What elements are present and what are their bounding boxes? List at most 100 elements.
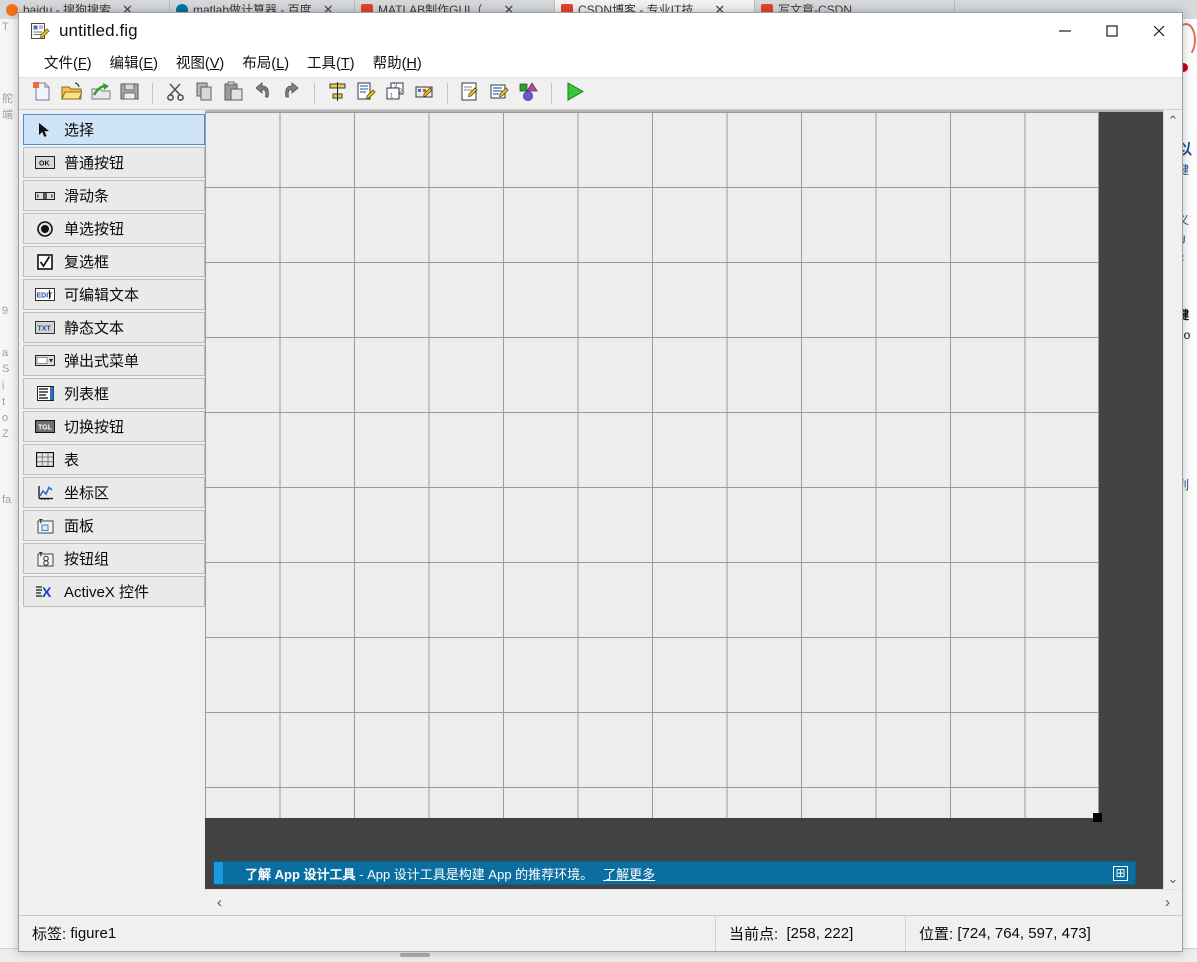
minimize-button[interactable] (1041, 13, 1088, 49)
menu-layout-label: 布局 (242, 56, 272, 72)
align-objects-icon (327, 81, 348, 107)
menu-view-label: 视图 (175, 56, 205, 72)
align-objects-button[interactable] (324, 80, 351, 107)
close-button[interactable] (1135, 13, 1182, 49)
palette-item-label: 表 (64, 452, 80, 469)
palette-item-label: 切换按钮 (64, 419, 125, 436)
palette-item-label: 坐标区 (64, 485, 110, 502)
canvas-horizontal-scrollbar[interactable]: ‹ › (205, 889, 1182, 915)
save-button[interactable] (116, 80, 143, 107)
m-file-editor-icon (460, 81, 481, 107)
canvas-vertical-scrollbar[interactable]: ⌃ ⌄ (1163, 110, 1182, 889)
menu-help[interactable]: 帮助(H) (364, 49, 431, 76)
palette-item-radio-button[interactable]: 单选按钮 (23, 213, 205, 244)
palette-item-label: ActiveX 控件 (64, 584, 150, 601)
menu-help-label: 帮助 (372, 56, 402, 72)
bg-text: o (2, 411, 9, 424)
cursor-arrow-icon (35, 122, 55, 138)
menu-layout-mnemonic: L (276, 56, 285, 72)
status-tag-label: 标签: (32, 926, 67, 943)
app-designer-banner[interactable]: 了解 App 设计工具 - App 设计工具是构建 App 的推荐环境。 了解更… (213, 861, 1136, 885)
m-file-editor-button[interactable] (457, 80, 484, 107)
menu-file-mnemonic: F (77, 56, 87, 72)
palette-item-push-button[interactable]: OK 普通按钮 (23, 147, 205, 178)
bg-text: t (2, 395, 6, 408)
banner-learn-more-link[interactable]: 了解更多 (603, 864, 655, 883)
palette-item-edit-text[interactable]: EDIT 可编辑文本 (23, 279, 205, 310)
scroll-up-arrow-icon[interactable]: ⌃ (1168, 114, 1179, 127)
menu-tools-label: 工具 (307, 56, 337, 72)
open-figure-button[interactable] (58, 80, 85, 107)
banner-expand-button[interactable]: ⊞ (1113, 865, 1128, 881)
axes-icon (35, 485, 55, 501)
run-button[interactable] (561, 80, 588, 107)
banner-dash: - (355, 866, 368, 882)
palette-item-listbox[interactable]: 列表框 (23, 378, 205, 409)
object-browser-button[interactable] (515, 80, 542, 107)
status-bar: 标签: figure1 当前点: [258, 222] 位置: [724, 76… (19, 915, 1182, 951)
paste-button[interactable] (220, 80, 247, 107)
redo-button[interactable] (278, 80, 305, 107)
menu-edit[interactable]: 编辑(E) (101, 49, 167, 76)
palette-item-label: 单选按钮 (64, 221, 125, 238)
figure-resize-handle[interactable] (1093, 813, 1102, 822)
copy-button[interactable] (191, 80, 218, 107)
scroll-down-arrow-icon[interactable]: ⌄ (1168, 872, 1179, 885)
property-inspector-button[interactable] (486, 80, 513, 107)
menu-view[interactable]: 视图(V) (167, 49, 233, 76)
palette-item-label: 可编辑文本 (64, 287, 140, 304)
palette-item-table[interactable]: 表 (23, 444, 205, 475)
undo-button[interactable] (249, 80, 276, 107)
banner-strong: 了解 App 设计工具 (245, 866, 356, 882)
screen-root: baidu - 搜狗搜索 ✕ matlab做计算器 - 百度 ✕ MATLAB制… (0, 0, 1197, 962)
banner-accent-bar (214, 862, 223, 884)
menu-editor-icon (356, 81, 377, 107)
listbox-icon (35, 386, 55, 402)
menu-tools[interactable]: 工具(T) (298, 49, 364, 76)
static-text-icon: TXT (35, 320, 55, 336)
sogou-icon (6, 3, 18, 16)
background-left-content: T 舵 端 9 a S i t o Z fa (0, 19, 20, 962)
menu-tools-mnemonic: T (340, 56, 350, 72)
menu-layout[interactable]: 布局(L) (233, 49, 298, 76)
palette-item-checkbox[interactable]: 复选框 (23, 246, 205, 277)
menu-edit-label: 编辑 (109, 56, 139, 72)
svg-text:EDIT: EDIT (37, 293, 54, 300)
palette-item-toggle-button[interactable]: TGL 切换按钮 (23, 411, 205, 442)
status-tag: 标签: figure1 (19, 916, 716, 951)
guide-window: untitled.fig 文件(F) 编辑(E) 视图(V) 布局(L) 工具(… (18, 12, 1183, 952)
tab-order-editor-button[interactable]: 3 2 1 (382, 80, 409, 107)
menu-file[interactable]: 文件(F) (35, 49, 101, 76)
scroll-right-arrow-icon[interactable]: › (1165, 894, 1170, 911)
new-figure-button[interactable] (29, 80, 56, 107)
banner-body: App 设计工具是构建 App 的推荐环境。 (367, 866, 594, 882)
palette-item-button-group[interactable]: T 按钮组 (23, 543, 205, 574)
menu-help-mnemonic: H (406, 56, 417, 72)
figure-file-icon (30, 21, 50, 41)
palette-item-popup-menu[interactable]: 弹出式菜单 (23, 345, 205, 376)
palette-item-panel[interactable]: T 面板 (23, 510, 205, 541)
palette-item-activex[interactable]: X ActiveX 控件 (23, 576, 205, 607)
figure-surface[interactable] (205, 112, 1102, 822)
figure-canvas[interactable]: 了解 App 设计工具 - App 设计工具是构建 App 的推荐环境。 了解更… (205, 110, 1163, 889)
palette-item-static-text[interactable]: TXT 静态文本 (23, 312, 205, 343)
bg-text: i (2, 379, 5, 392)
svg-text:OK: OK (39, 161, 50, 168)
tab-order-icon: 3 2 1 (385, 81, 406, 107)
banner-text: 了解 App 设计工具 - App 设计工具是构建 App 的推荐环境。 (245, 864, 593, 883)
maximize-button[interactable] (1088, 13, 1135, 49)
palette-item-axes[interactable]: 坐标区 (23, 477, 205, 508)
palette-item-label: 静态文本 (64, 320, 125, 337)
export-button[interactable] (87, 80, 114, 107)
palette-item-label: 列表框 (64, 386, 110, 403)
toolbar-editor-button[interactable] (411, 80, 438, 107)
palette-item-slider[interactable]: 滑动条 (23, 180, 205, 211)
palette-item-select[interactable]: 选择 (23, 114, 205, 145)
bg-text: fa (2, 493, 12, 506)
cut-button[interactable] (162, 80, 189, 107)
svg-text:TGL: TGL (38, 425, 53, 432)
menu-editor-button[interactable] (353, 80, 380, 107)
scroll-left-arrow-icon[interactable]: ‹ (217, 894, 222, 911)
property-inspector-icon (489, 81, 510, 107)
open-folder-icon (61, 81, 83, 107)
